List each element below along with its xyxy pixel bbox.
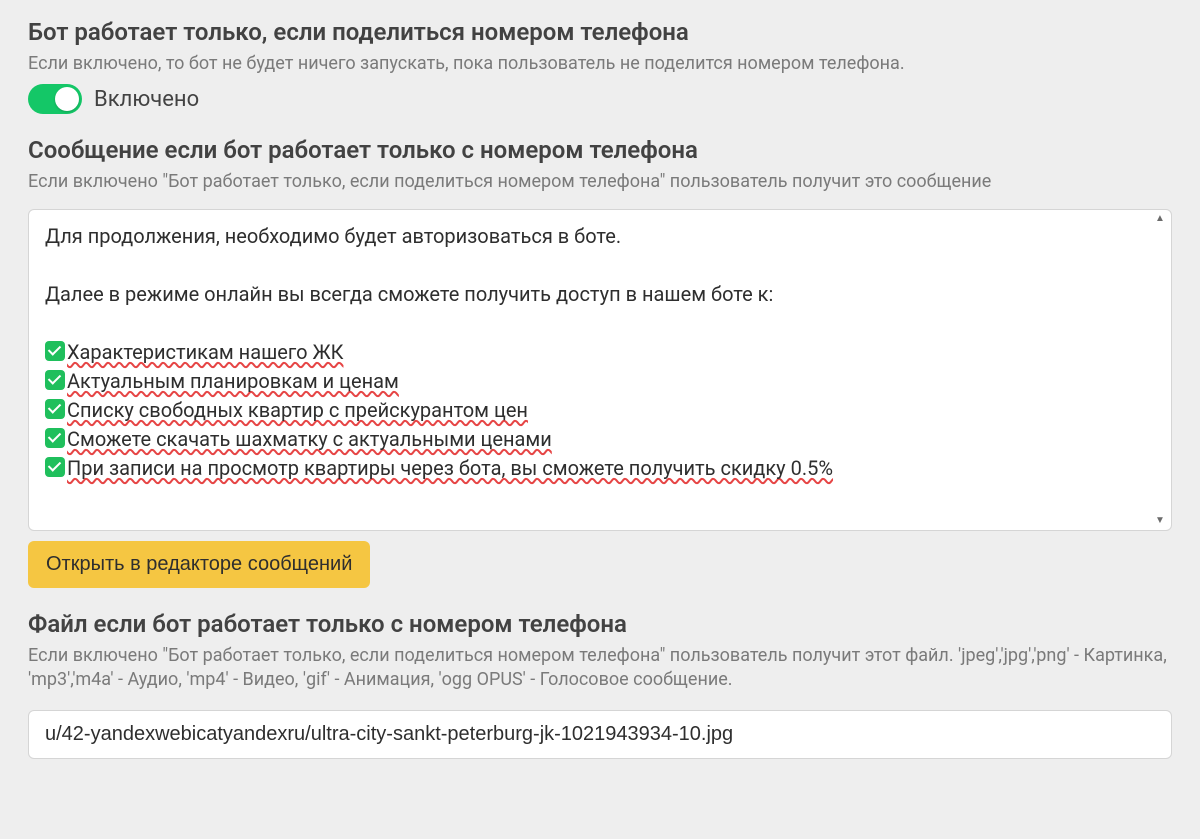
check-icon	[45, 399, 65, 419]
require-phone-toggle[interactable]	[28, 84, 82, 114]
message-item-5: При записи на просмотр квартиры через бо…	[45, 454, 1155, 483]
check-icon	[45, 457, 65, 477]
toggle-knob	[55, 87, 79, 111]
require-phone-title: Бот работает только, если поделиться ном…	[28, 18, 1172, 46]
phone-message-body[interactable]: Для продолжения, необходимо будет автори…	[29, 210, 1171, 530]
require-phone-toggle-label: Включено	[94, 87, 199, 112]
open-editor-button[interactable]: Открыть в редакторе сообщений	[28, 541, 370, 588]
phone-file-subtitle: Если включено "Бот работает только, если…	[28, 644, 1172, 693]
scroll-down-icon[interactable]: ▼	[1153, 516, 1167, 526]
phone-file-section: Файл если бот работает только с номером …	[28, 610, 1172, 760]
message-line-1: Для продолжения, необходимо будет автори…	[45, 222, 1155, 251]
phone-message-section: Сообщение если бот работает только с ном…	[28, 136, 1172, 587]
phone-message-subtitle: Если включено "Бот работает только, если…	[28, 170, 1172, 194]
scroll-up-icon[interactable]: ▲	[1153, 214, 1167, 224]
phone-file-title: Файл если бот работает только с номером …	[28, 610, 1172, 638]
phone-file-input[interactable]	[28, 710, 1172, 759]
phone-message-textarea[interactable]: ▲ Для продолжения, необходимо будет авто…	[28, 209, 1172, 531]
require-phone-section: Бот работает только, если поделиться ном…	[28, 18, 1172, 114]
message-item-4: Сможете скачать шахматку с актуальными ц…	[45, 425, 1155, 454]
check-icon	[45, 428, 65, 448]
check-icon	[45, 370, 65, 390]
require-phone-toggle-row: Включено	[28, 84, 1172, 114]
phone-message-title: Сообщение если бот работает только с ном…	[28, 136, 1172, 164]
message-item-1: Характеристикам нашего ЖК	[45, 338, 1155, 367]
message-item-3: Списку свободных квартир с прейскурантом…	[45, 396, 1155, 425]
check-icon	[45, 341, 65, 361]
message-line-2: Далее в режиме онлайн вы всегда сможете …	[45, 280, 1155, 309]
require-phone-subtitle: Если включено, то бот не будет ничего за…	[28, 52, 1172, 76]
message-item-2: Актуальным планировкам и ценам	[45, 367, 1155, 396]
